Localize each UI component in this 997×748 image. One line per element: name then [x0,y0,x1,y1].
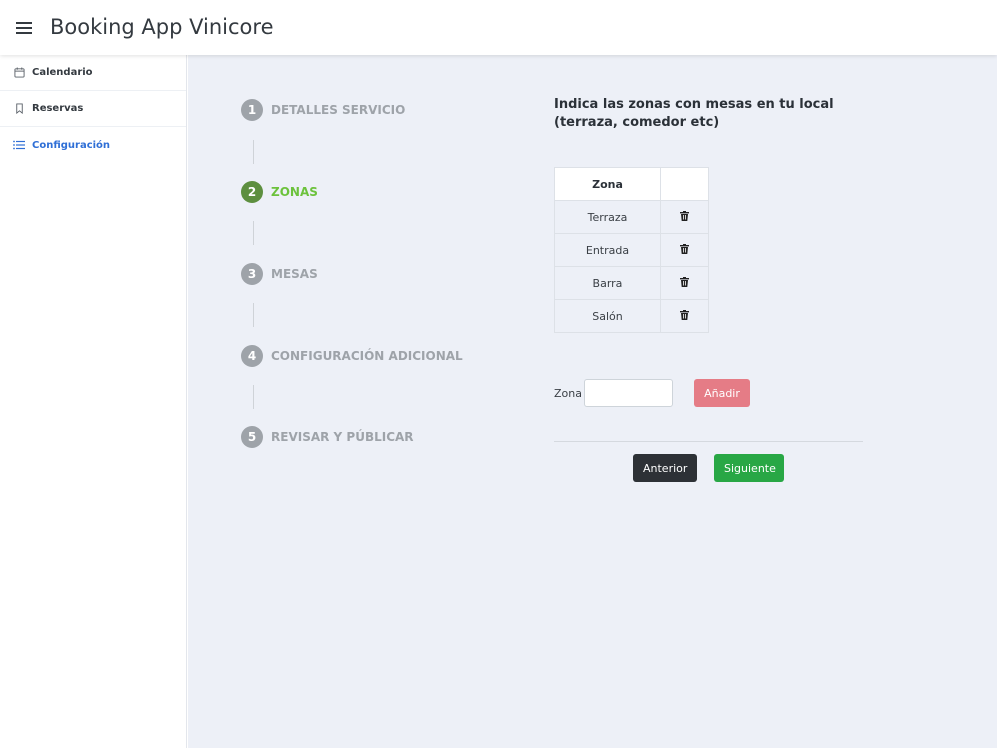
bookmark-icon [13,103,25,115]
zone-name: Salón [554,299,661,333]
sidebar-item-label: Configuración [32,139,111,151]
list-icon [13,139,25,151]
step-label: CONFIGURACIÓN ADICIONAL [271,349,463,363]
column-header-zona: Zona [554,167,661,201]
delete-cell [660,266,709,300]
trash-icon[interactable] [680,210,689,224]
next-button[interactable]: Siguiente [714,454,784,482]
step-number: 4 [241,345,263,367]
table-header-row: Zona [554,167,709,201]
delete-cell [660,299,709,333]
zone-name: Barra [554,266,661,300]
step-connector [253,303,254,327]
sidebar-item-label: Calendario [32,67,93,78]
trash-icon[interactable] [680,276,689,290]
sidebar-item-reservas[interactable]: Reservas [0,91,186,127]
step-connector [253,140,254,164]
step-connector [253,385,254,409]
table-row: Salón [554,299,709,333]
table-row: Terraza [554,200,709,234]
step-label: REVISAR Y PÚBLICAR [271,430,414,444]
step-number: 5 [241,426,263,448]
step-label: ZONAS [271,185,318,199]
zone-name: Terraza [554,200,661,234]
delete-cell [660,200,709,234]
zones-table: Zona Terraza Entrada Barra Salón [554,167,709,333]
previous-button[interactable]: Anterior [633,454,697,482]
wizard-navigation: Anterior Siguiente [633,454,784,482]
sidebar-item-configuracion[interactable]: Configuración [0,127,186,163]
app-title: Booking App Vinicore [50,15,274,39]
hamburger-menu-icon[interactable] [16,22,32,34]
top-bar: Booking App Vinicore [0,0,997,55]
table-row: Entrada [554,233,709,267]
step-connector [253,221,254,245]
zone-name: Entrada [554,233,661,267]
calendar-icon [13,67,25,79]
step-number: 2 [241,181,263,203]
sidebar: Calendario Reservas Configuración [0,55,187,748]
step-number: 1 [241,99,263,121]
step-detalles-servicio[interactable]: 1 DETALLES SERVICIO [241,99,405,121]
zone-input[interactable] [583,379,673,407]
step-number: 3 [241,263,263,285]
step-configuracion-adicional[interactable]: 4 CONFIGURACIÓN ADICIONAL [241,345,463,367]
column-header-actions [660,167,709,201]
zone-input-label: Zona [554,386,582,400]
divider [554,441,863,442]
sidebar-item-calendario[interactable]: Calendario [0,55,186,91]
main-content: 1 DETALLES SERVICIO 2 ZONAS 3 MESAS 4 CO… [188,55,997,748]
step-zonas[interactable]: 2 ZONAS [241,181,318,203]
sidebar-item-label: Reservas [32,103,84,114]
add-zone-button[interactable]: Añadir [693,379,750,407]
table-row: Barra [554,266,709,300]
delete-cell [660,233,709,267]
section-heading: Indica las zonas con mesas en tu local (… [554,97,834,130]
step-label: MESAS [271,267,318,281]
step-revisar-publicar[interactable]: 5 REVISAR Y PÚBLICAR [241,426,414,448]
add-zone-form: Zona Añadir [554,379,750,407]
step-label: DETALLES SERVICIO [271,103,406,117]
trash-icon[interactable] [680,243,689,257]
step-mesas[interactable]: 3 MESAS [241,263,318,285]
trash-icon[interactable] [680,309,689,323]
